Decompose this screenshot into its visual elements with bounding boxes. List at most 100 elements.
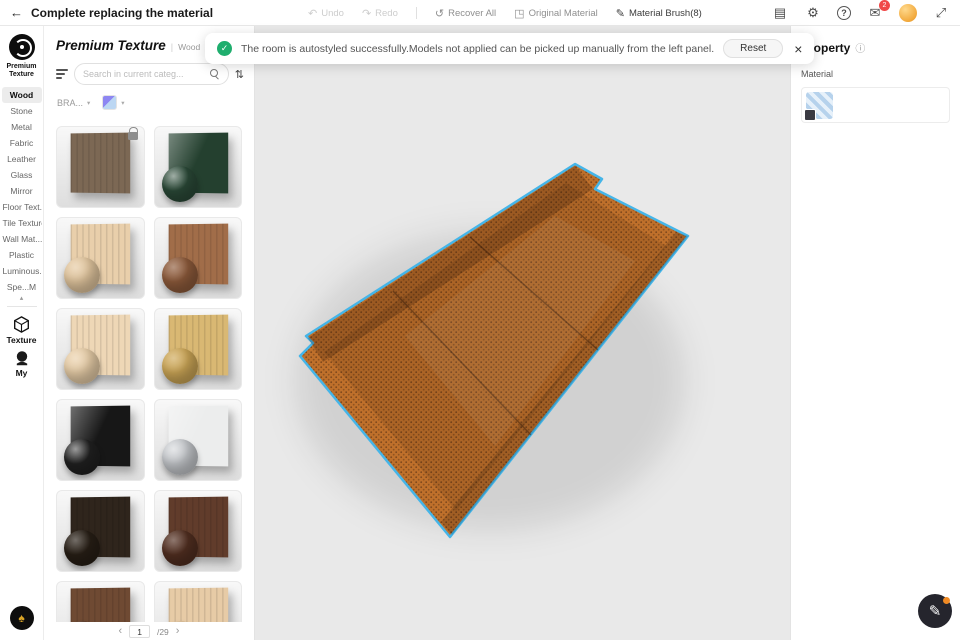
cube-icon [14,315,29,333]
fullscreen-icon[interactable]: ⤢ [932,4,950,22]
avatar-icon[interactable] [899,3,917,22]
material-tile[interactable] [153,581,242,622]
material-sphere-swatch [64,348,100,384]
toolbar-undo-button[interactable]: ↶ Undo [308,7,344,20]
original-material-icon: ◳ [514,7,525,20]
premium-texture-logo[interactable] [8,34,35,60]
rail-divider [6,305,37,307]
next-page-icon[interactable]: › [176,626,180,637]
material-preview [155,127,242,207]
sidebar-item-glass[interactable]: Glass [2,167,42,183]
toolbar-recover-all-button[interactable]: ↺ Recover All [435,7,496,20]
search-input[interactable] [83,69,206,79]
sidebar-item-texture[interactable]: Texture [6,315,37,345]
collapse-chevron-icon[interactable]: ▴ [20,295,24,302]
sidebar-item-tile-texture[interactable]: Tile Texture [2,215,42,231]
toolbar-label: Undo [321,7,344,19]
current-page[interactable]: 1 [129,625,150,638]
asset-library-icon[interactable]: ▤ [771,4,789,22]
chevron-down-icon: ▾ [87,99,91,107]
filter-icon[interactable] [56,69,68,79]
settings-icon[interactable]: ⚙ [804,4,822,22]
rail-categories: Wood Stone Metal Fabric Leather Glass Mirror Fl… [0,86,43,295]
material-panel-swatch [70,587,131,622]
current-material-box[interactable] [801,87,950,123]
material-sphere-swatch [161,348,198,384]
property-panel: Property ⓘ Material [790,26,960,640]
toolbar-label: Original Material [528,7,598,19]
edit-fab-button[interactable]: ✎ [918,594,952,628]
material-sphere-swatch [64,530,100,566]
material-panel-swatch [168,587,228,622]
prev-page-icon[interactable]: ‹ [119,626,123,637]
material-preview [155,400,242,480]
recover-all-icon: ↺ [434,7,445,20]
toolbar-label: Recover All [448,7,497,19]
material-tile[interactable] [56,126,145,208]
toolbar-material-brush-button[interactable]: ✎ Material Brush(8) [616,7,702,20]
search-icon[interactable] [209,69,220,79]
close-icon[interactable]: × [794,42,802,56]
panel-title-divider: | [170,42,174,52]
reset-button[interactable]: Reset [723,39,784,58]
material-tile[interactable] [153,308,242,390]
toolbar-original-material-button[interactable]: ◳ Original Material [514,7,598,20]
toolbar-label: Material Brush(8) [628,7,702,19]
color-filter-dropdown[interactable] [102,95,118,110]
info-icon[interactable]: ⓘ [855,40,865,55]
sidebar-item-floor-text[interactable]: Floor Text... [2,199,42,215]
viewport-canvas[interactable] [255,26,790,640]
messages-icon[interactable]: ✉ 2 [866,0,890,22]
material-tile[interactable] [153,126,242,208]
sidebar-item-wood[interactable]: Wood [1,86,42,103]
logo-label: Premium Texture [6,63,37,79]
sort-icon[interactable]: ⇅ [235,68,244,81]
material-preview [57,127,144,207]
sidebar-item-stone[interactable]: Stone [2,103,42,119]
premium-lock-icon [127,127,138,140]
sidebar-item-mirror[interactable]: Mirror [2,183,42,199]
chevron-down-icon: ▾ [121,99,125,107]
material-tile[interactable] [56,217,145,299]
sidebar-item-metal[interactable]: Metal [2,119,42,135]
material-tile[interactable] [153,399,242,481]
help-icon[interactable]: ? [837,5,851,20]
sidebar-item-fabric[interactable]: Fabric [2,135,42,151]
search-row: ⇅ [56,63,244,85]
sidebar-item-wall-mat[interactable]: Wall Mat... [2,231,42,247]
pagination: ‹ 1 /29 › [44,623,254,640]
toolbar-redo-button[interactable]: ↷ Redo [362,7,398,20]
material-preview [155,218,242,298]
material-tile[interactable] [153,490,242,572]
sidebar-item-plastic[interactable]: Plastic [2,247,42,263]
sidebar-item-my[interactable]: My [14,350,30,378]
property-header: Property ⓘ [801,40,950,56]
page-title: Complete replacing the material [31,5,214,20]
material-sphere-swatch [161,257,198,293]
material-label: Material [801,69,834,79]
sidebar-item-luminous[interactable]: Luminous... [2,263,42,279]
material-sphere-swatch [64,439,100,475]
material-tile[interactable] [56,490,145,572]
brand-filter-dropdown[interactable]: BRA... [57,98,83,108]
toast-message: The room is autostyled successfully.Mode… [241,42,715,55]
material-tile[interactable] [56,399,145,481]
header-actions: ▤ ⚙? ✉ 2 ⤢ [771,0,950,22]
notification-badge: 2 [879,0,890,11]
material-brush-icon: ✎ [615,7,625,20]
material-tile[interactable] [153,217,242,299]
search-box [74,63,229,85]
back-icon[interactable]: ← [10,5,23,20]
toolbar-label: Redo [375,7,398,19]
toolbar: ↶ Undo ↷ Redo ↺ Recover All ◳ Original Material… [308,0,702,26]
material-tile[interactable] [56,581,145,622]
sidebar-item-spe-m[interactable]: Spe...M [2,279,42,295]
success-check-icon: ✓ [217,41,232,56]
material-tile[interactable] [56,308,145,390]
material-sphere-swatch [64,257,100,293]
top-bar-left: ← Complete replacing the material [10,5,213,20]
my-section-label: My [15,367,28,378]
sidebar-item-leather[interactable]: Leather [2,151,42,167]
redo-icon: ↷ [361,7,372,20]
membership-spade-icon[interactable]: ♠ [9,606,34,630]
